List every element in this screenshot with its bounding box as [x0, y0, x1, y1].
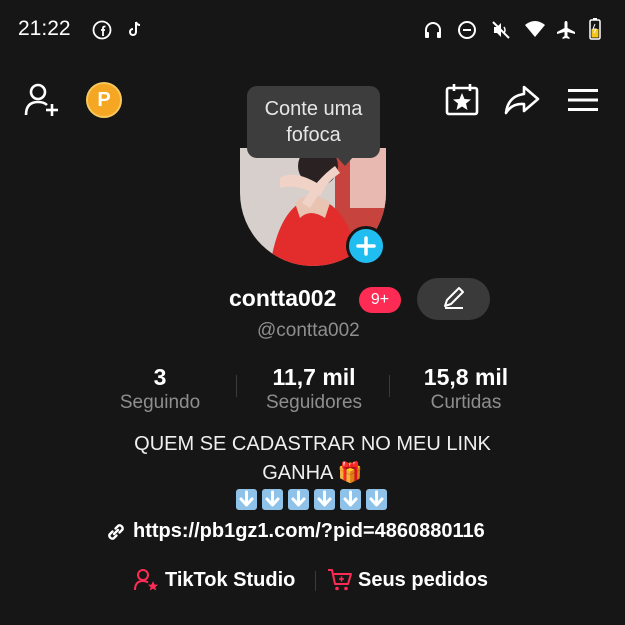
- following-count[interactable]: 3: [110, 364, 210, 391]
- tooltip-tail: [336, 156, 354, 166]
- likes-count[interactable]: 15,8 mil: [404, 364, 528, 391]
- menu-icon[interactable]: [568, 88, 598, 112]
- share-icon[interactable]: [504, 84, 540, 116]
- studio-icon: [134, 569, 158, 591]
- down-arrow-icon: [340, 489, 361, 510]
- likes-label: Curtidas: [430, 392, 502, 413]
- stat-divider: [389, 375, 390, 397]
- down-arrow-icon: [288, 489, 309, 510]
- airplane-icon: [557, 21, 575, 39]
- add-story-button[interactable]: [346, 226, 386, 266]
- pencil-icon: [444, 287, 464, 309]
- bottom-divider: [315, 571, 316, 591]
- link-icon: [108, 524, 124, 540]
- bio-line-2: GANHA 🎁: [262, 462, 363, 484]
- username: contta002: [229, 285, 337, 311]
- bio-line-1: QUEM SE CADASTRAR NO MEU LINK: [134, 433, 491, 455]
- notification-badge[interactable]: 9+: [359, 287, 401, 313]
- orders-button[interactable]: Seus pedidos: [358, 569, 488, 592]
- tooltip[interactable]: Conte uma fofoca: [247, 86, 380, 158]
- bio-link[interactable]: https://pb1gz1.com/?pid=4860880116: [133, 520, 485, 543]
- edit-profile-button[interactable]: [417, 278, 490, 320]
- mute-icon: [492, 21, 510, 39]
- user-handle: @contta002: [257, 320, 360, 341]
- battery-icon: [589, 18, 601, 40]
- cart-icon: [328, 569, 352, 591]
- wifi-icon: [525, 21, 545, 37]
- followers-count[interactable]: 11,7 mil: [252, 364, 376, 391]
- down-arrow-icon: [366, 489, 387, 510]
- down-arrow-icon: [236, 489, 257, 510]
- tiktok-studio-button[interactable]: TikTok Studio: [165, 569, 295, 592]
- stat-divider: [236, 375, 237, 397]
- headphones-icon: [425, 22, 441, 38]
- dnd-icon: [458, 21, 476, 39]
- status-time: 21:22: [18, 17, 71, 40]
- tooltip-line1: Conte uma: [264, 98, 363, 120]
- coin-letter: P: [97, 89, 111, 111]
- coin-icon[interactable]: P: [86, 82, 122, 118]
- tooltip-line2: fofoca: [286, 124, 341, 146]
- down-arrow-icon: [262, 489, 283, 510]
- followers-label: Seguidores: [265, 392, 363, 413]
- plus-icon: [356, 236, 376, 256]
- calendar-star-icon[interactable]: [444, 82, 480, 116]
- following-label: Seguindo: [119, 392, 201, 413]
- facebook-icon: [92, 20, 112, 40]
- bio-arrows: [236, 489, 396, 511]
- add-friend-icon[interactable]: [24, 82, 62, 118]
- tiktok-icon: [129, 21, 141, 36]
- down-arrow-icon: [314, 489, 335, 510]
